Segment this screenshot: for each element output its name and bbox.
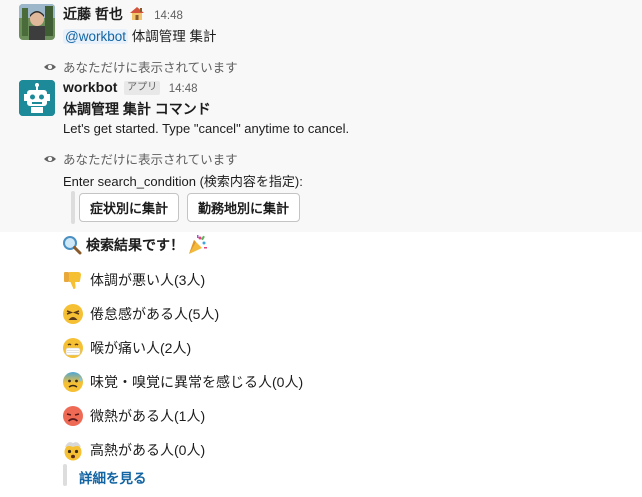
thumbs-down-icon bbox=[62, 269, 84, 291]
ephemeral-notice-2-text: あなただけに表示されています bbox=[63, 153, 238, 167]
mask-face-icon bbox=[62, 337, 84, 359]
user-message-time[interactable]: 14:48 bbox=[154, 10, 183, 22]
details-bar bbox=[63, 464, 67, 486]
cold-sweat-face-icon bbox=[62, 371, 84, 393]
search-condition-prompt: Enter search_condition (検索内容を指定): bbox=[63, 174, 303, 189]
bot-message-time[interactable]: 14:48 bbox=[169, 83, 198, 95]
result-item-text: 高熱がある人(0人) bbox=[90, 442, 206, 458]
house-icon bbox=[129, 6, 145, 21]
result-item: 微熱がある人(1人) bbox=[62, 405, 205, 427]
result-item: 喉が痛い人(2人) bbox=[62, 337, 191, 359]
bot-message-header: workbot アプリ 14:48 bbox=[63, 79, 197, 95]
ephemeral-notice-1: あなただけに表示されています bbox=[43, 57, 238, 76]
bot-message-body: Let's get started. Type "cancel" anytime… bbox=[63, 121, 350, 136]
app-badge: アプリ bbox=[124, 81, 161, 95]
mention-workbot[interactable]: @workbot bbox=[63, 29, 128, 44]
user-author-name[interactable]: 近藤 哲也 bbox=[63, 6, 123, 22]
user-avatar[interactable] bbox=[19, 4, 55, 40]
ephemeral-notice-2: あなただけに表示されています bbox=[43, 149, 238, 168]
result-item: 体調が悪い人(3人) bbox=[62, 269, 205, 291]
user-message-body: @workbot 体調管理 集計 bbox=[63, 25, 217, 45]
ephemeral-notice-1-text: あなただけに表示されています bbox=[63, 61, 238, 75]
results-heading-text: 検索結果です！ bbox=[86, 237, 184, 253]
result-item-text: 微熱がある人(1人) bbox=[90, 408, 206, 424]
workbot-avatar[interactable] bbox=[19, 80, 55, 116]
results-heading: 検索結果です！ bbox=[62, 234, 214, 256]
party-popper-icon bbox=[186, 234, 208, 256]
result-item: 味覚・嗅覚に異常を感じる人(0人) bbox=[62, 371, 303, 393]
bot-author-name[interactable]: workbot bbox=[63, 79, 117, 95]
result-item: 倦怠感がある人(5人) bbox=[62, 303, 219, 325]
user-message-text: 体調管理 集計 bbox=[131, 29, 217, 44]
by-location-button[interactable]: 勤務地別に集計 bbox=[187, 193, 300, 222]
bot-message-heading: 体調管理 集計 コマンド bbox=[63, 101, 211, 117]
result-item-text: 味覚・嗅覚に異常を感じる人(0人) bbox=[90, 374, 304, 390]
eye-icon bbox=[43, 60, 57, 74]
result-item-text: 喉が痛い人(2人) bbox=[90, 340, 192, 356]
result-item-text: 体調が悪い人(3人) bbox=[90, 272, 206, 288]
exploding-head-icon bbox=[62, 439, 84, 461]
magnifier-icon bbox=[62, 234, 82, 256]
eye-icon bbox=[43, 152, 57, 166]
by-symptom-button[interactable]: 症状別に集計 bbox=[79, 193, 179, 222]
user-message-header: 近藤 哲也 14:48 bbox=[63, 4, 183, 24]
result-item-text: 倦怠感がある人(5人) bbox=[90, 306, 220, 322]
details-link[interactable]: 詳細を見る bbox=[79, 467, 147, 487]
flushed-face-icon bbox=[62, 405, 84, 427]
attachment-bar bbox=[71, 191, 75, 224]
weary-face-icon bbox=[62, 303, 84, 325]
result-item: 高熱がある人(0人) bbox=[62, 439, 205, 461]
